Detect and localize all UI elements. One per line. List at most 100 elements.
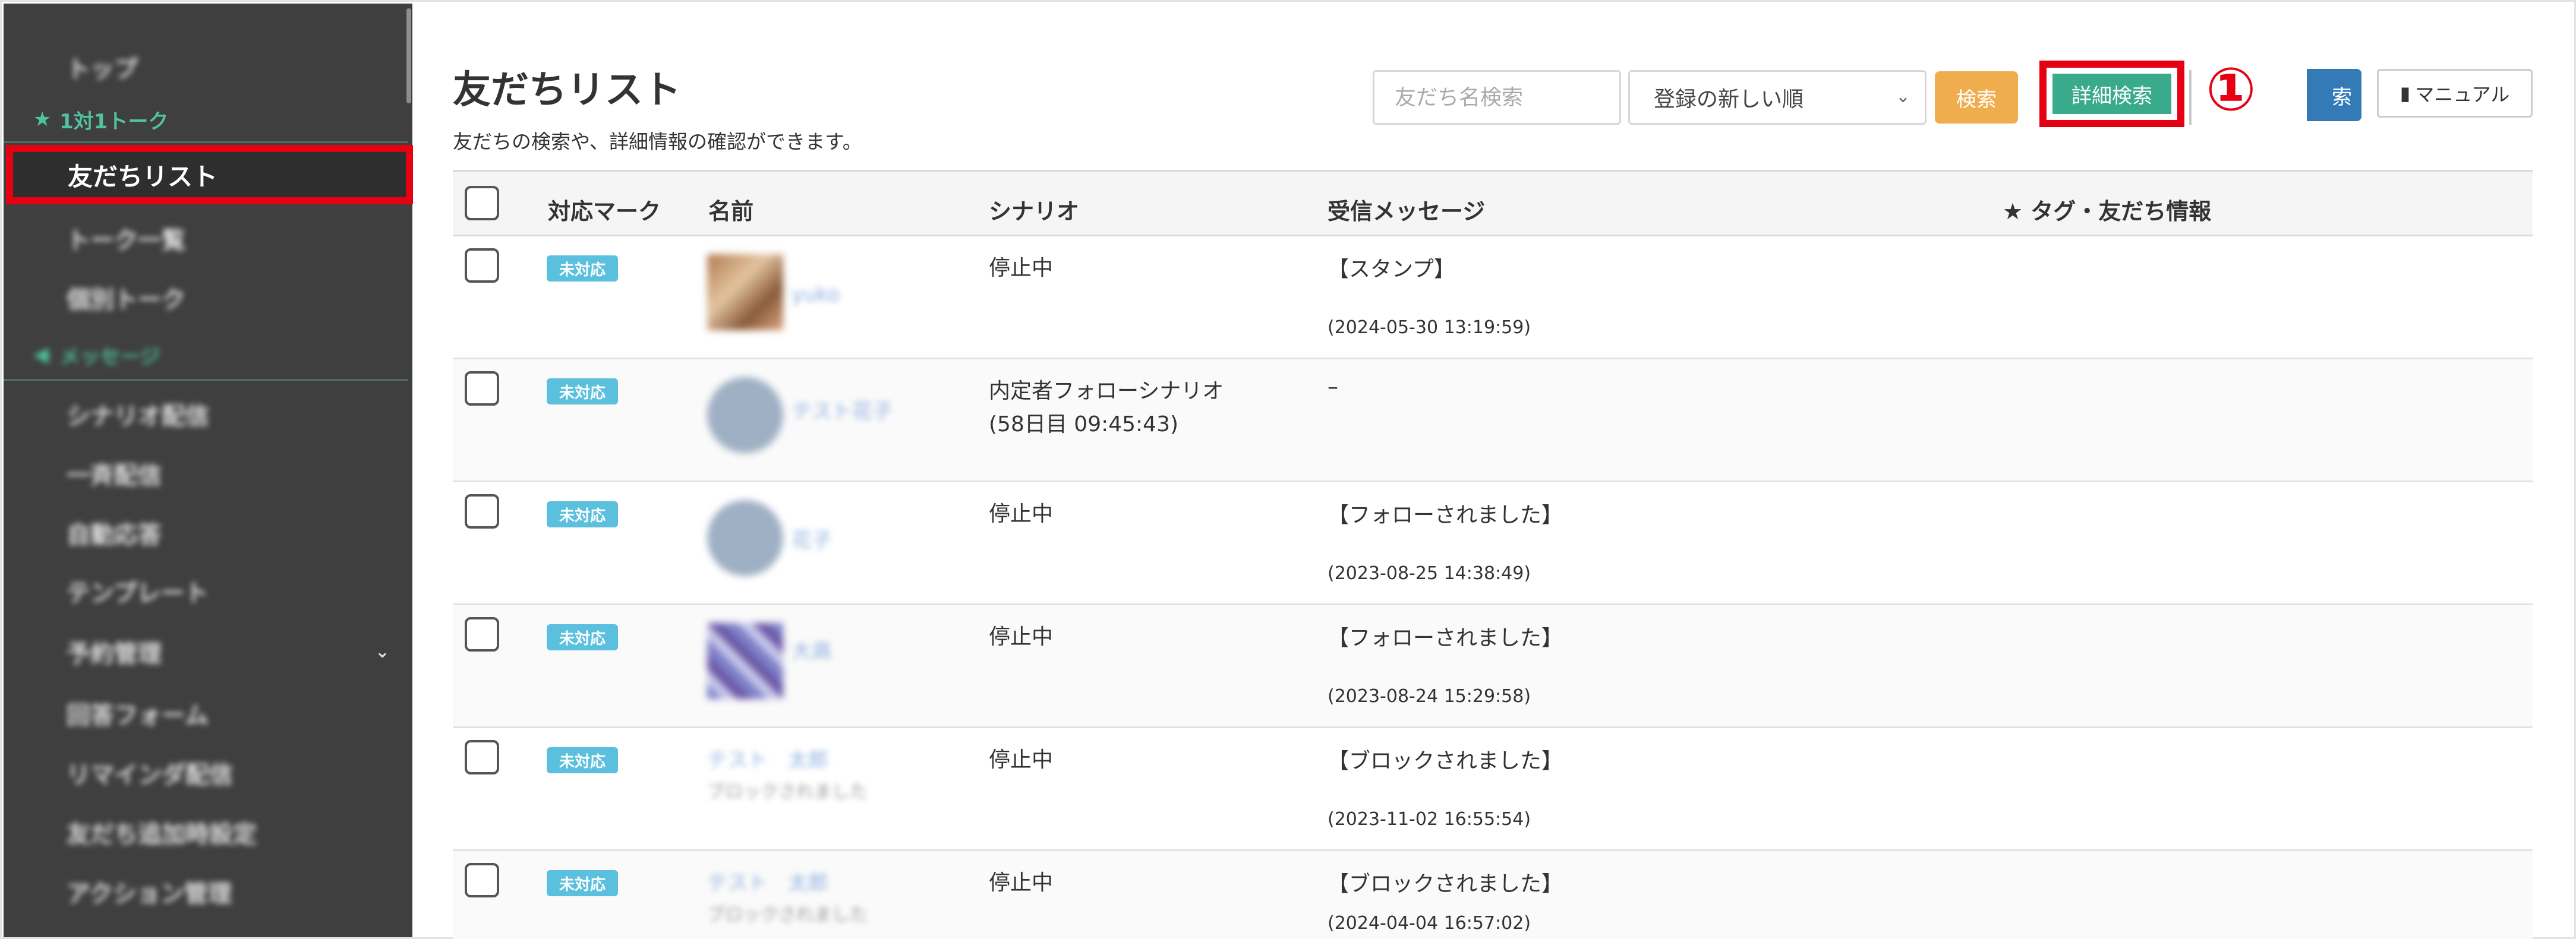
friend-name-link[interactable]: yuko: [792, 283, 840, 306]
star-icon: ★: [33, 108, 52, 131]
friend-name-link[interactable]: テスト 太郎: [707, 867, 828, 896]
scenario-status: 停止中: [989, 502, 1054, 526]
table-row[interactable]: 未対応 テスト花子 内定者フォローシナリオ (58日目 09:45:43) –: [453, 359, 2533, 482]
status-badge: 未対応: [547, 378, 618, 404]
sidebar-item-friend-list[interactable]: 友だちリスト: [6, 145, 413, 204]
received-message: 【フォローされました】: [1328, 503, 1563, 527]
step-number-annotation: ①: [2206, 55, 2256, 124]
sidebar-item-label: 回答フォーム: [67, 702, 209, 729]
sort-select-value: 登録の新しい順: [1654, 87, 1804, 112]
search-button-blue[interactable]: 索: [2307, 69, 2361, 121]
button-divider: [2189, 70, 2192, 125]
table-row[interactable]: 未対応 yuko 停止中 【スタンプ】 (2024-05-30 13:19:59…: [453, 236, 2533, 359]
sidebar-item-label: シナリオ配信: [67, 403, 209, 430]
friend-name-link[interactable]: 花子: [792, 524, 832, 553]
scenario-status: 停止中: [989, 625, 1054, 649]
scenario-status: 停止中: [989, 871, 1054, 895]
megaphone-icon: ◀: [33, 343, 49, 366]
select-all-checkbox[interactable]: [465, 186, 499, 220]
message-timestamp: (2024-04-04 16:57:02): [1328, 913, 1531, 934]
sidebar-item-top[interactable]: トップ: [4, 40, 408, 94]
sidebar-item-label: 予約管理: [67, 640, 162, 668]
received-message: 【ブロックされました】: [1328, 749, 1563, 773]
avatar: [707, 623, 783, 699]
message-timestamp: (2023-08-24 15:29:58): [1328, 686, 1531, 707]
sidebar-section-1on1[interactable]: ★ 1対1トーク: [4, 93, 408, 146]
table-row[interactable]: 未対応 テスト 太郎 ブロックされました 停止中 【ブロックされました】 (20…: [453, 728, 2533, 851]
status-badge: 未対応: [547, 255, 618, 282]
search-button[interactable]: 検索: [1935, 71, 2018, 124]
table-header: 対応マーク 名前 シナリオ 受信メッセージ ★ タグ・友だち情報: [453, 170, 2533, 236]
message-timestamp: (2023-08-25 14:38:49): [1328, 563, 1531, 584]
column-header-message: 受信メッセージ: [1328, 198, 1486, 225]
scenario-name: 内定者フォローシナリオ: [989, 379, 1224, 403]
sidebar-item-friend-add-settings[interactable]: 友だち追加時設定: [4, 805, 408, 859]
sidebar-item-reminder[interactable]: リマインダ配信: [4, 746, 408, 799]
received-message: 【ブロックされました】: [1328, 872, 1563, 896]
sidebar-section-label: メッセージ: [59, 344, 160, 369]
sort-select[interactable]: 登録の新しい順 ⌄: [1628, 70, 1927, 125]
received-message: 【スタンプ】: [1328, 257, 1455, 282]
sidebar-item-action[interactable]: アクション管理: [4, 865, 408, 918]
sidebar-item-auto-reply[interactable]: 自動応答: [4, 506, 408, 559]
row-checkbox[interactable]: [465, 371, 499, 406]
sidebar-item-label: アクション管理: [67, 880, 232, 908]
page-title: 友だちリスト: [453, 68, 681, 112]
scenario-status: 内定者フォローシナリオ (58日目 09:45:43): [989, 375, 1224, 441]
sidebar-item-individual-talk[interactable]: 個別トーク: [4, 271, 408, 324]
sidebar: トップ ★ 1対1トーク トーク一覧 個別トーク ◀ メッセージ シナリオ配信 一斉…: [4, 4, 412, 937]
chevron-down-icon: ⌄: [374, 641, 390, 662]
table-row[interactable]: 未対応 テスト 太郎 ブロックされました 停止中 【ブロックされました】 (20…: [453, 851, 2533, 939]
row-checkbox[interactable]: [465, 740, 499, 774]
received-message: –: [1328, 375, 1338, 399]
message-timestamp: (2023-11-02 16:55:54): [1328, 809, 1531, 830]
sidebar-item-label: テンプレート: [67, 580, 209, 607]
detail-search-button[interactable]: 詳細検索: [2052, 74, 2171, 114]
sidebar-item-label: 自動応答: [67, 521, 162, 549]
avatar: [707, 254, 783, 330]
sidebar-item-talk-list[interactable]: トーク一覧: [4, 211, 408, 265]
friend-name-search-input[interactable]: [1373, 70, 1621, 125]
column-header-mark: 対応マーク: [548, 198, 661, 225]
book-icon: ▮: [2400, 82, 2411, 105]
sidebar-item-label: 友だち追加時設定: [67, 821, 257, 848]
sidebar-item-template[interactable]: テンプレート: [4, 564, 408, 618]
row-checkbox[interactable]: [465, 494, 499, 529]
sidebar-item-label: トップ: [67, 56, 138, 83]
friend-name-status: ブロックされました: [707, 782, 868, 802]
column-header-scenario: シナリオ: [989, 198, 1080, 225]
row-checkbox[interactable]: [465, 617, 499, 652]
row-checkbox[interactable]: [465, 248, 499, 283]
sidebar-section-label: 1対1トーク: [59, 109, 169, 134]
page-subtitle: 友だちの検索や、詳細情報の確認ができます。: [453, 130, 862, 153]
chevron-down-icon: ⌄: [1895, 86, 1910, 107]
detail-search-highlight: 詳細検索: [2039, 61, 2184, 127]
sidebar-item-label: リマインダ配信: [67, 761, 233, 789]
scenario-status: 停止中: [989, 748, 1054, 772]
column-header-name: 名前: [708, 198, 754, 225]
scenario-status: 停止中: [989, 256, 1054, 280]
sidebar-section-message[interactable]: ◀ メッセージ: [4, 328, 408, 381]
friend-name-link[interactable]: テスト花子: [792, 395, 893, 424]
sidebar-item-label: 一斉配信: [67, 462, 162, 489]
friend-name-status: ブロックされました: [707, 905, 868, 925]
status-badge: 未対応: [547, 624, 618, 650]
row-checkbox[interactable]: [465, 863, 499, 897]
table-row[interactable]: 未対応 大高 停止中 【フォローされました】 (2023-08-24 15:29…: [453, 605, 2533, 728]
manual-button[interactable]: ▮ マニュアル: [2377, 69, 2533, 118]
sidebar-divider: [4, 141, 408, 143]
sidebar-item-reservation[interactable]: 予約管理 ⌄: [4, 625, 408, 678]
sidebar-item-label: 個別トーク: [67, 286, 185, 314]
scenario-progress: (58日目 09:45:43): [989, 412, 1179, 437]
status-badge: 未対応: [547, 747, 618, 773]
friend-name-link[interactable]: テスト 太郎: [707, 744, 828, 773]
manual-button-label: マニュアル: [2415, 83, 2510, 106]
status-badge: 未対応: [547, 870, 618, 896]
sidebar-item-label: トーク一覧: [67, 227, 185, 254]
table-row[interactable]: 未対応 花子 停止中 【フォローされました】 (2023-08-25 14:38…: [453, 482, 2533, 605]
sidebar-item-form[interactable]: 回答フォーム: [4, 687, 408, 740]
sidebar-item-scenario[interactable]: シナリオ配信: [4, 387, 408, 441]
friend-name-link[interactable]: 大高: [792, 635, 832, 664]
sidebar-item-broadcast[interactable]: 一斉配信: [4, 447, 408, 500]
status-badge: 未対応: [547, 501, 618, 527]
